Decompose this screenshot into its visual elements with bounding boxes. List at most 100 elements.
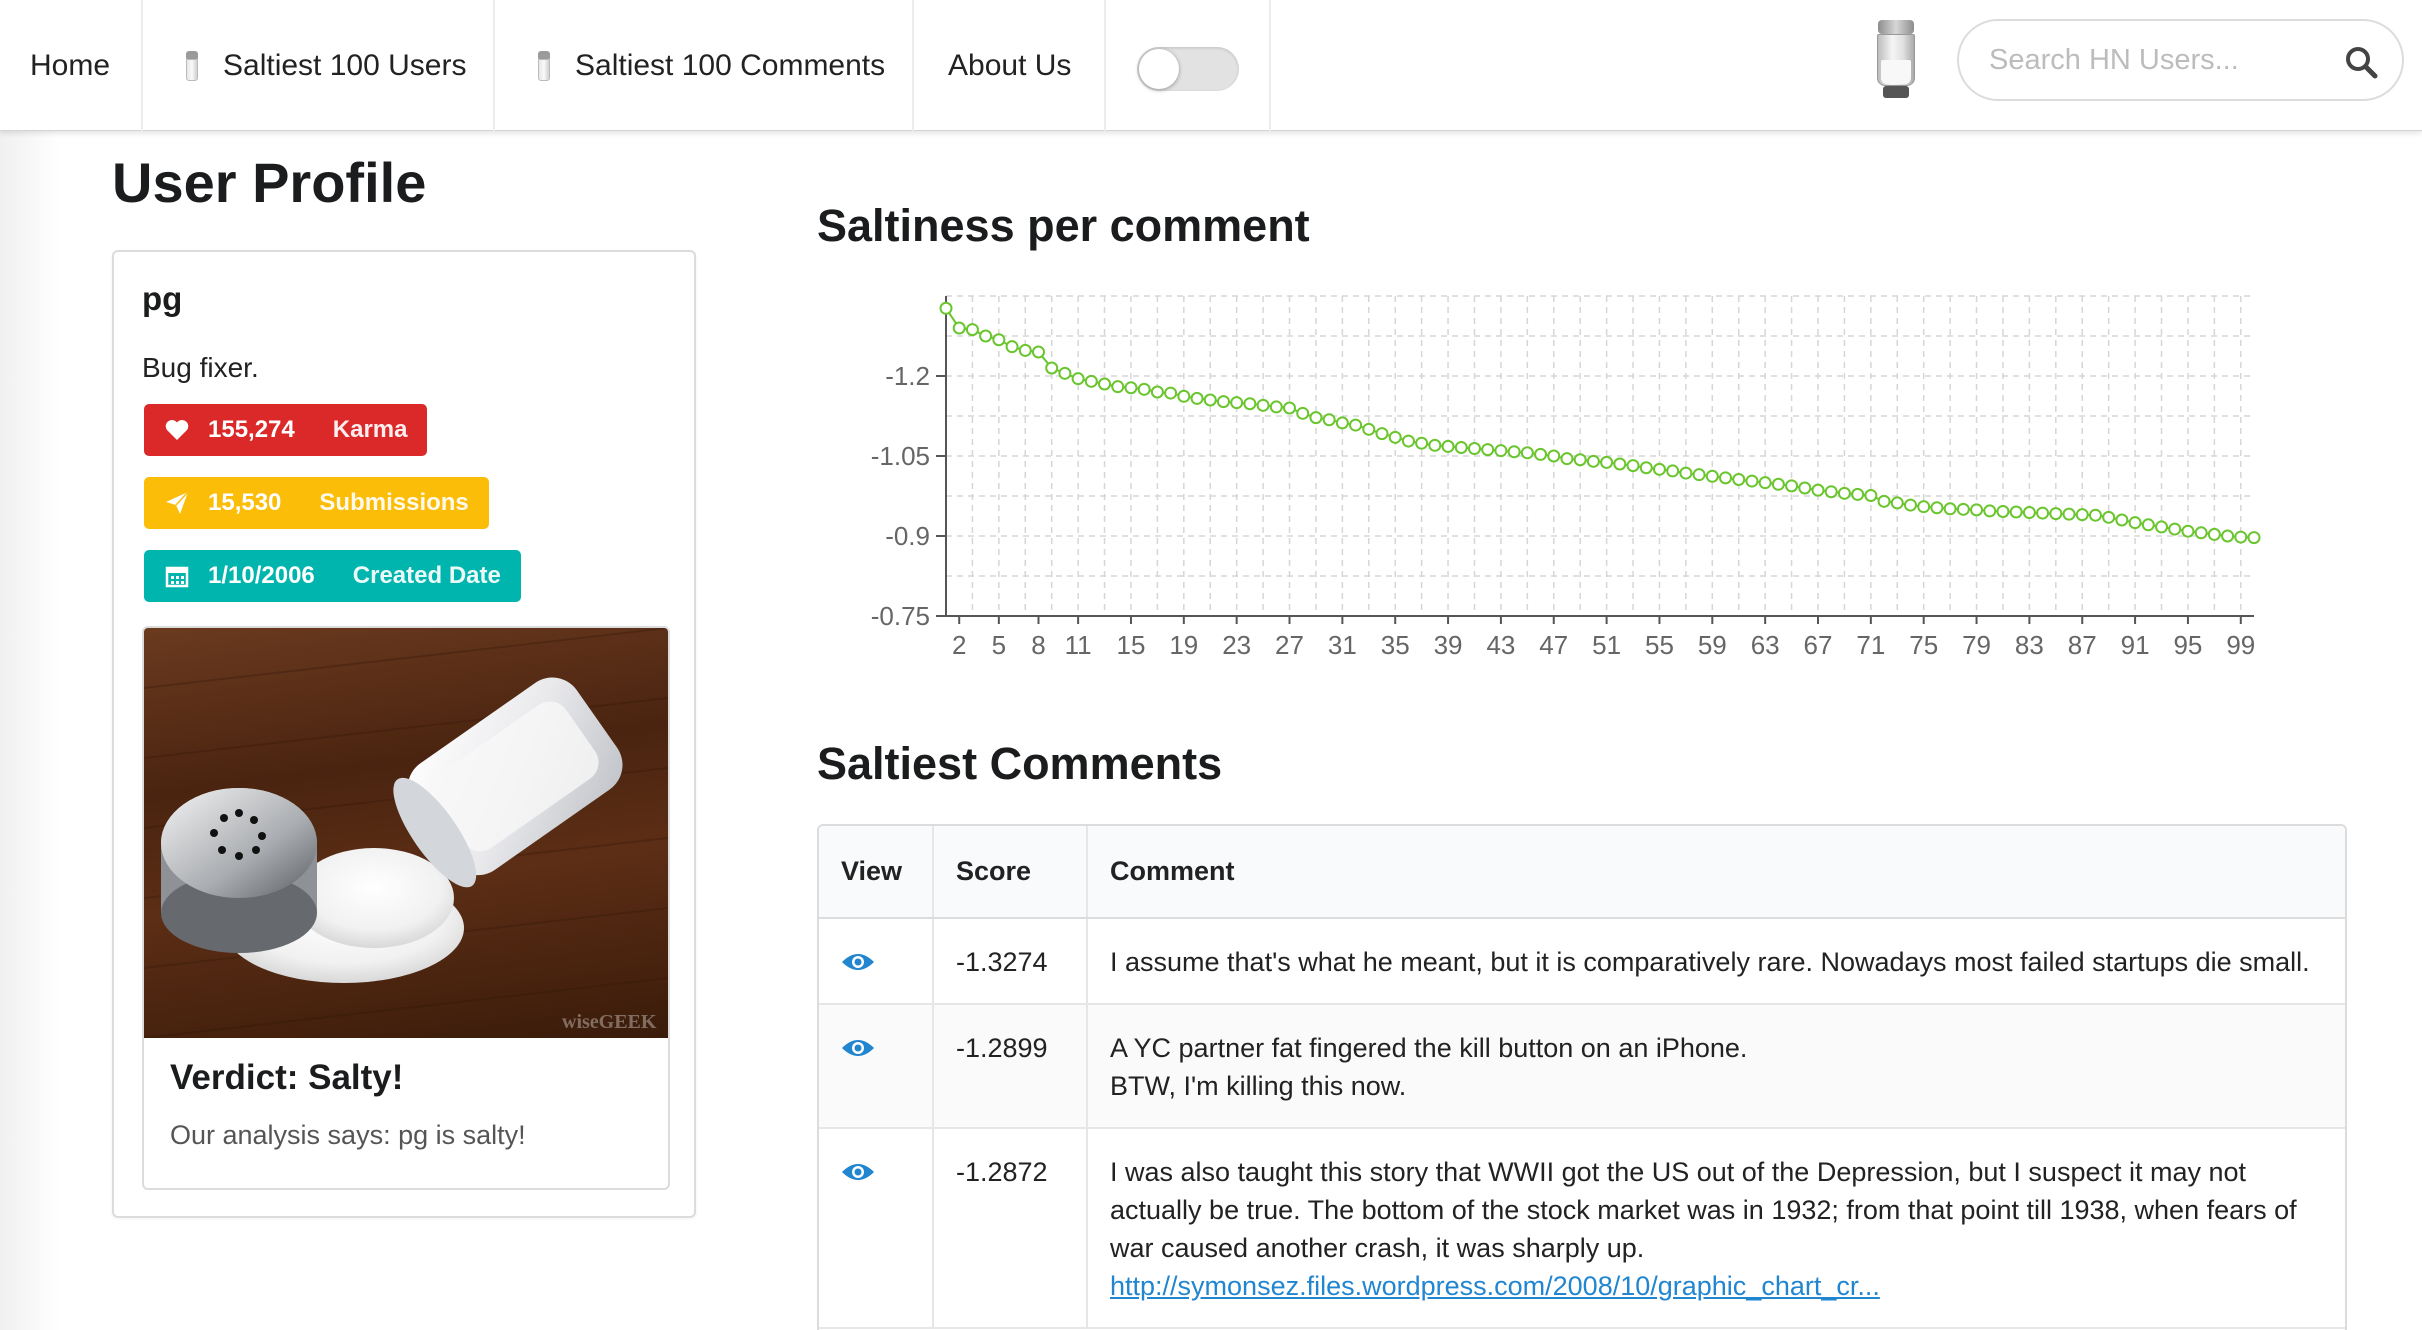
comment-text: I assume that's what he meant, but it is… <box>1110 947 2310 977</box>
eye-icon[interactable] <box>841 951 875 973</box>
data-point <box>1335 416 1349 430</box>
y-tick-label: -1.2 <box>885 361 930 391</box>
x-tick-label: 75 <box>1909 630 1938 660</box>
data-point <box>1798 481 1812 495</box>
data-point <box>1970 503 1984 517</box>
data-point <box>1930 501 1944 515</box>
data-point <box>1190 391 1204 405</box>
data-point <box>2022 506 2036 520</box>
table-row: -1.3274 I assume that's what he meant, b… <box>819 918 2345 1005</box>
comment-link[interactable]: http://symonsez.files.wordpress.com/2008… <box>1110 1271 1880 1301</box>
x-tick-label: 91 <box>2121 630 2150 660</box>
x-tick-label: 35 <box>1381 630 1410 660</box>
data-point <box>1547 449 1561 463</box>
image-watermark: wiseGEEK <box>562 1011 657 1033</box>
data-point <box>1269 400 1283 414</box>
nav-saltiest-comments-label: Saltiest 100 Comments <box>575 48 886 82</box>
top-navbar: Home Saltiest 100 Users Saltiest 100 Com… <box>0 0 2422 131</box>
data-point <box>1362 422 1376 436</box>
data-point <box>2009 505 2023 519</box>
toggle-knob <box>1139 49 1179 89</box>
data-point <box>1943 502 1957 516</box>
comment-text: BTW, I'm killing this now. <box>1110 1071 1407 1101</box>
data-point <box>2181 524 2195 538</box>
data-point <box>1785 479 1799 493</box>
x-tick-label: 27 <box>1275 630 1304 660</box>
theme-toggle[interactable] <box>1137 47 1239 91</box>
created-date-badge: 1/10/2006 Created Date <box>144 550 521 602</box>
data-point <box>1903 498 1917 512</box>
data-point <box>1454 440 1468 454</box>
salt-shaker-icon <box>185 50 199 81</box>
score-cell: -1.2899 <box>932 1004 1087 1129</box>
data-point <box>2102 510 2116 524</box>
calendar-icon <box>165 566 189 588</box>
data-point <box>952 321 966 335</box>
data-point <box>1415 436 1429 450</box>
data-point <box>1150 385 1164 399</box>
data-point <box>1652 462 1666 476</box>
data-point <box>1771 477 1785 491</box>
data-point <box>1639 461 1653 475</box>
data-point <box>1573 453 1587 467</box>
x-tick-label: 2 <box>952 630 966 660</box>
data-point <box>1375 427 1389 441</box>
data-point <box>1996 504 2010 518</box>
verdict-title: Verdict: Salty! <box>170 1058 404 1097</box>
x-tick-label: 95 <box>2173 630 2202 660</box>
verdict-card: wiseGEEK Verdict: Salty! Our analysis sa… <box>142 626 670 1190</box>
nav-saltiest-users[interactable]: Saltiest 100 Users <box>143 0 495 131</box>
submissions-badge: 15,530 Submissions <box>144 477 489 529</box>
data-point <box>1031 345 1045 359</box>
data-point <box>1719 471 1733 485</box>
data-point <box>2207 527 2221 541</box>
karma-value: 155,274 <box>208 416 295 443</box>
data-point <box>1837 486 1851 500</box>
x-tick-label: 55 <box>1645 630 1674 660</box>
data-point <box>1164 386 1178 400</box>
data-point <box>1467 442 1481 456</box>
x-tick-label: 31 <box>1328 630 1357 660</box>
data-point <box>1877 494 1891 508</box>
data-point <box>1600 455 1614 469</box>
submissions-value: 15,530 <box>208 489 282 516</box>
data-point <box>2128 516 2142 530</box>
nav-about-us[interactable]: About Us <box>914 0 1106 131</box>
paper-plane-icon <box>166 491 189 514</box>
search-input[interactable] <box>1989 43 2319 77</box>
data-point <box>1243 397 1257 411</box>
nav-home-label: Home <box>30 48 111 82</box>
x-tick-label: 47 <box>1539 630 1568 660</box>
table-header-row: View Score Comment <box>819 826 2345 919</box>
comment-cell: A YC partner fat fingered the kill butto… <box>1086 1004 2345 1129</box>
nav-home[interactable]: Home <box>0 0 143 131</box>
username: pg <box>142 280 183 317</box>
profile-card: pg Bug fixer. 155,274 Karma 15,530 Submi… <box>112 250 696 1218</box>
nav-saltiest-comments[interactable]: Saltiest 100 Comments <box>495 0 914 131</box>
search-icon[interactable] <box>2344 45 2378 79</box>
data-point <box>1203 393 1217 407</box>
data-point <box>1692 468 1706 482</box>
data-point <box>2141 518 2155 532</box>
x-tick-label: 15 <box>1117 630 1146 660</box>
data-point <box>2062 507 2076 521</box>
data-point <box>1560 452 1574 466</box>
data-point <box>1401 434 1415 448</box>
data-point <box>1520 446 1534 460</box>
data-point <box>1864 488 1878 502</box>
eye-icon[interactable] <box>841 1161 875 1183</box>
data-point <box>1745 474 1759 488</box>
data-point <box>1177 389 1191 403</box>
x-tick-label: 71 <box>1856 630 1885 660</box>
eye-icon[interactable] <box>841 1037 875 1059</box>
data-point <box>2036 506 2050 520</box>
data-point <box>1956 502 1970 516</box>
data-point <box>1071 372 1085 386</box>
data-point <box>1058 366 1072 380</box>
data-point <box>1005 340 1019 354</box>
x-tick-label: 51 <box>1592 630 1621 660</box>
salt-shaker-icon <box>537 50 551 81</box>
comment-text: I was also taught this story that WWII g… <box>1110 1157 2297 1263</box>
score-cell: -1.2872 <box>932 1128 1087 1329</box>
data-point <box>2075 508 2089 522</box>
